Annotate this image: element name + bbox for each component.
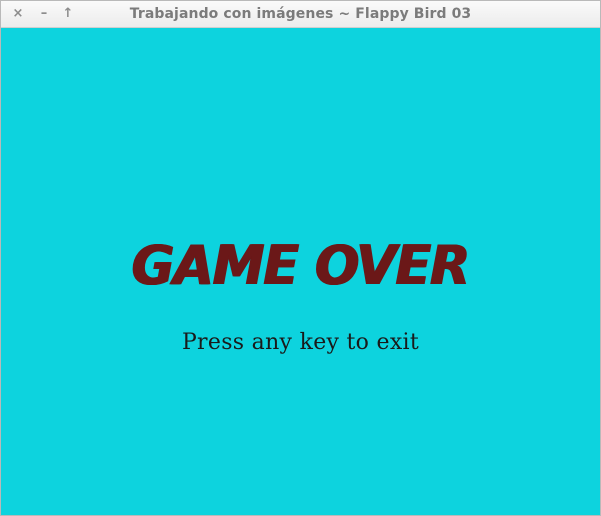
game-over-text: GAME OVER [131, 234, 470, 298]
app-window: × – ↑ Trabajando con imágenes ~ Flappy B… [0, 0, 601, 516]
game-canvas[interactable]: GAME OVER Press any key to exit [1, 28, 600, 515]
exit-prompt-text: Press any key to exit [181, 330, 420, 355]
window-title: Trabajando con imágenes ~ Flappy Bird 03 [129, 6, 472, 22]
window-titlebar[interactable]: × – ↑ Trabajando con imágenes ~ Flappy B… [1, 1, 600, 28]
